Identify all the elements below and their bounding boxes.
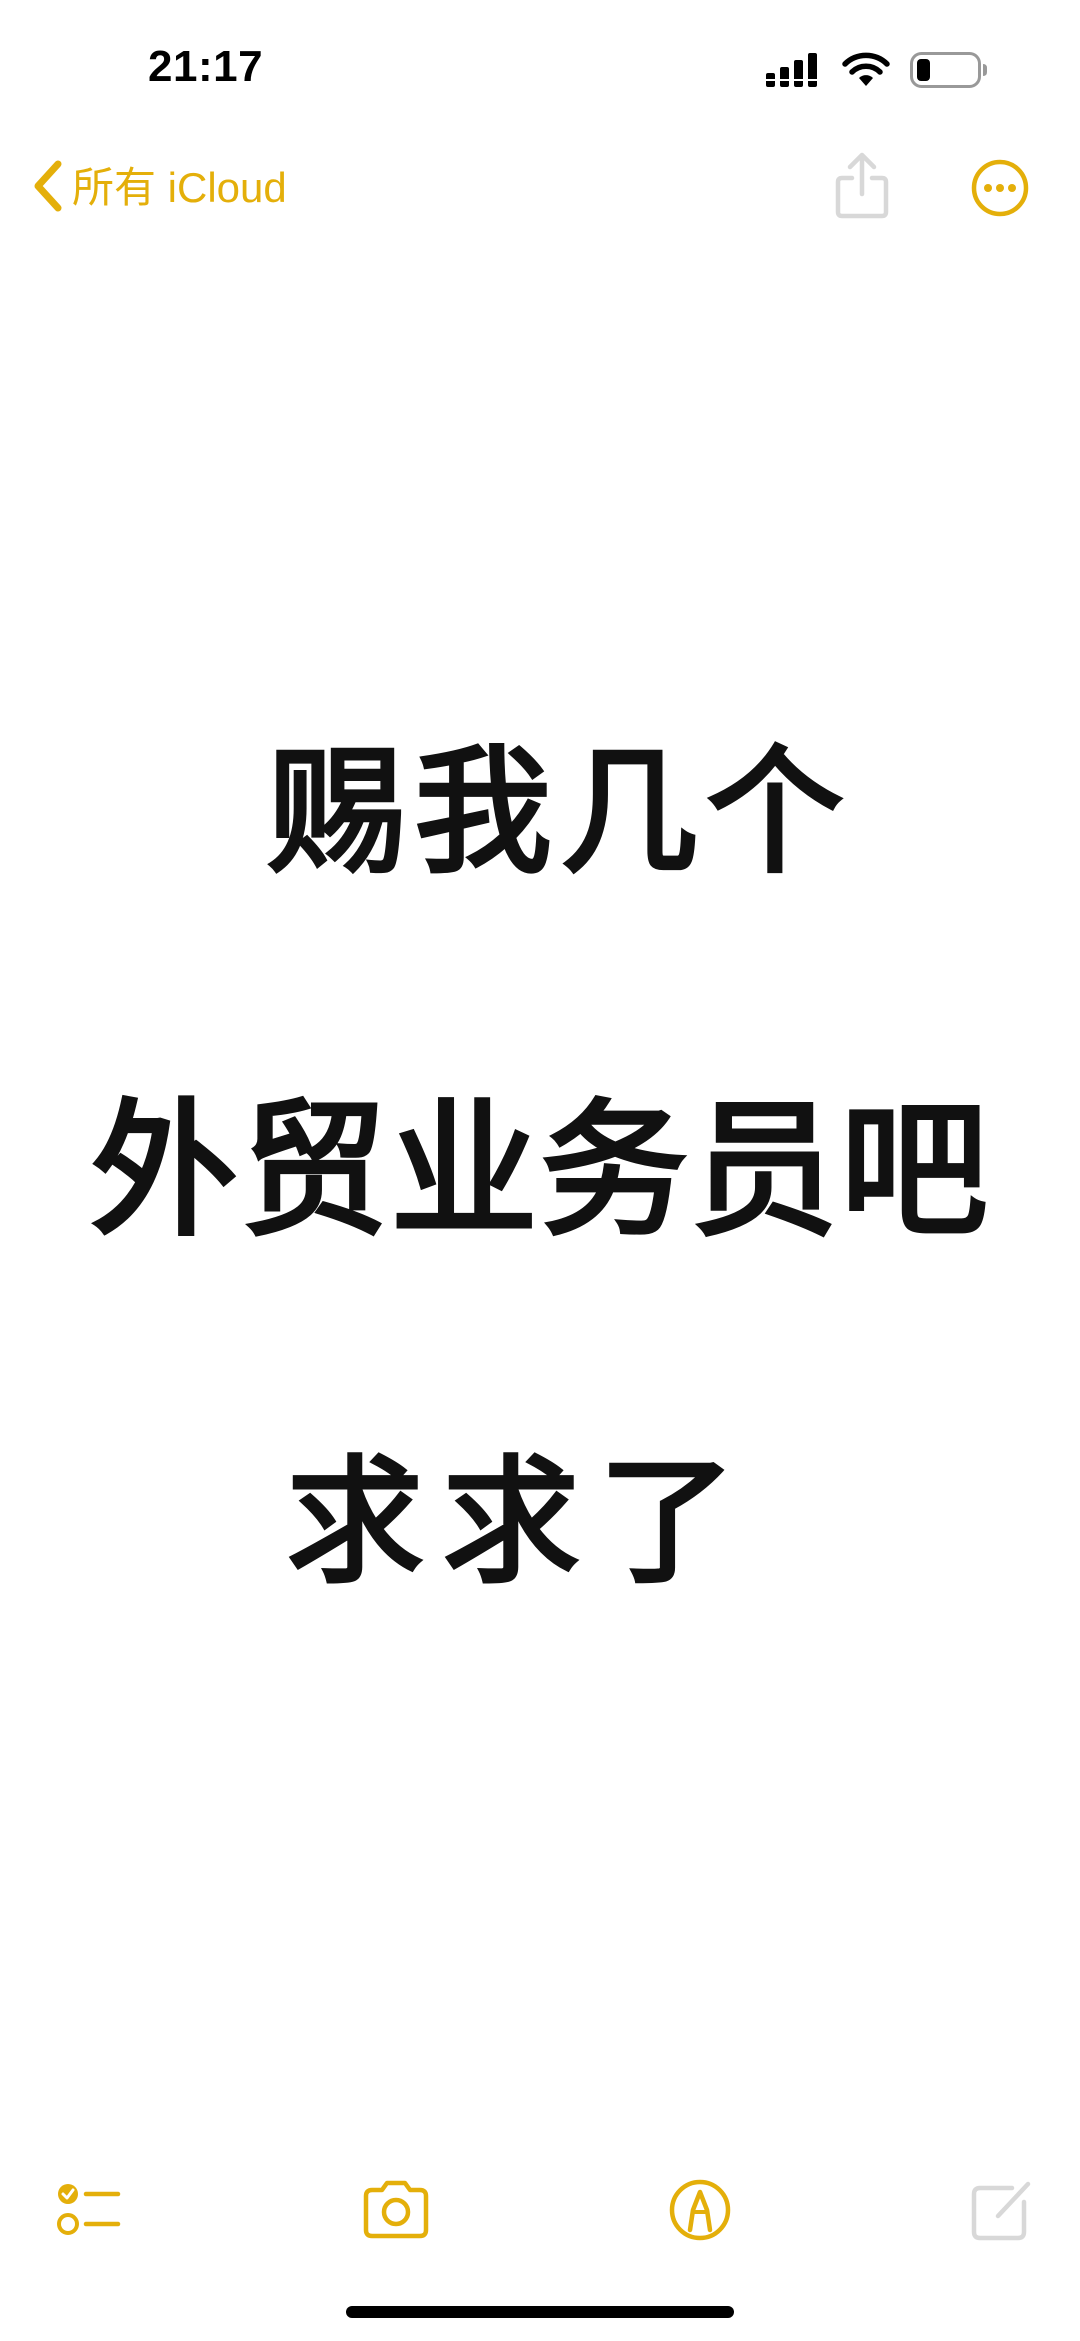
camera-icon <box>356 2180 436 2254</box>
compose-icon <box>962 2181 1042 2254</box>
status-time: 21:17 <box>148 42 264 91</box>
markup-icon <box>660 2179 740 2254</box>
home-indicator[interactable] <box>346 2306 734 2318</box>
more-button[interactable] <box>970 158 1030 218</box>
share-button[interactable] <box>830 150 894 220</box>
note-body[interactable]: 赐我几个 外贸业务员吧 求求了 <box>0 260 1080 2120</box>
back-button[interactable]: 所有 iCloud <box>30 158 287 218</box>
status-icons <box>766 52 988 88</box>
nav-bar: 所有 iCloud <box>0 150 1080 230</box>
compose-button[interactable] <box>962 2170 1042 2250</box>
checklist-button[interactable] <box>50 2170 130 2250</box>
note-line: 赐我几个 <box>267 732 852 893</box>
note-line: 外贸业务员吧 <box>90 1085 990 1257</box>
notes-screen: 21:17 所有 iCloud 赐我几个 外贸业务员吧 求求了 <box>0 0 1080 2341</box>
markup-button[interactable] <box>660 2170 740 2250</box>
battery-icon <box>910 52 988 88</box>
ellipsis-circle-icon <box>970 159 1030 222</box>
wifi-icon <box>842 52 890 88</box>
camera-button[interactable] <box>356 2170 436 2250</box>
status-bar: 21:17 <box>0 0 1080 140</box>
note-line: 求求了 <box>285 1442 754 1603</box>
bottom-toolbar <box>0 2170 1080 2250</box>
back-label: 所有 iCloud <box>72 164 287 211</box>
chevron-left-icon <box>30 158 64 218</box>
share-icon <box>830 152 894 224</box>
checklist-icon <box>50 2184 130 2254</box>
signal-icon <box>766 53 822 87</box>
